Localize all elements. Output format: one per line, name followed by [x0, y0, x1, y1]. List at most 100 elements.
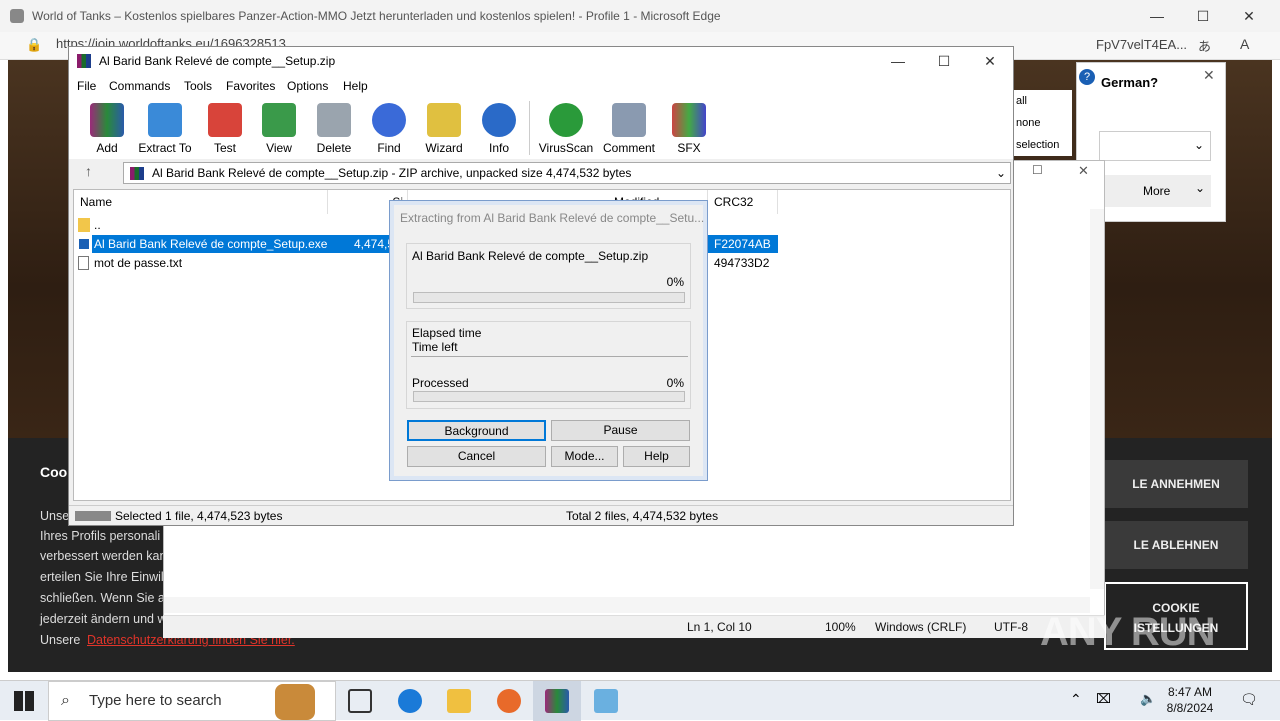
status-left: Selected 1 file, 4,474,523 bytes [115, 509, 283, 523]
cookie-line: jederzeit ändern und w [40, 612, 167, 626]
notification-icon[interactable]: 🗨 [1240, 691, 1258, 708]
menu-item[interactable]: selection [1016, 134, 1072, 156]
font-icon[interactable]: A [1240, 36, 1249, 52]
toolbar-divider [529, 101, 530, 155]
menu-tools[interactable]: Tools [184, 79, 212, 93]
windows-start-icon[interactable] [14, 691, 34, 711]
pause-button[interactable]: Pause [551, 420, 690, 441]
help-button[interactable]: Help [623, 446, 690, 467]
more-button[interactable]: More ⌄ [1099, 175, 1211, 207]
mode-button[interactable]: Mode... [551, 446, 618, 467]
search-box[interactable]: ⌕ Type here to search [48, 681, 336, 721]
add-icon [90, 103, 124, 137]
wizard-button[interactable]: Wizard [414, 101, 474, 157]
clock[interactable]: 8:47 AM 8/8/2024 [1158, 684, 1222, 716]
col-crc32[interactable]: CRC32 [708, 190, 778, 214]
cookie-line: erteilen Sie Ihre Einwil [40, 570, 164, 584]
menu-help[interactable]: Help [343, 79, 368, 93]
chevron-up-icon[interactable]: ⌃ [1070, 691, 1082, 708]
help-icon[interactable]: ? [1079, 69, 1095, 85]
dialog-title: Extracting from Al Barid Bank Relevé de … [400, 211, 705, 225]
time: 8:47 AM [1167, 685, 1213, 699]
search-placeholder: Type here to search [89, 692, 222, 709]
close-icon[interactable]: ✕ [967, 45, 1013, 77]
close-icon[interactable]: ✕ [1226, 0, 1272, 32]
scrollbar[interactable] [1090, 209, 1104, 589]
comment-button[interactable]: Comment [599, 101, 659, 157]
menu-item[interactable]: all [1016, 90, 1072, 112]
menu-commands[interactable]: Commands [109, 79, 170, 93]
network-icon[interactable]: ⌧ [1096, 691, 1111, 707]
file-name: .. [94, 218, 101, 232]
cookie-line: verbessert werden kan [40, 549, 167, 563]
cookie-line: Ihres Profils personali [40, 529, 161, 543]
find-button[interactable]: Find [359, 101, 419, 157]
winrar-logo-icon [77, 54, 91, 68]
processed-percent: 0% [666, 376, 684, 390]
url-right-text: FpV7velT4EA... [1096, 37, 1188, 52]
scrollbar-horizontal[interactable] [164, 597, 1090, 613]
info-button[interactable]: Info [469, 101, 529, 157]
tb-label: Delete [316, 141, 352, 155]
up-arrow-icon[interactable]: ↑ [85, 163, 92, 179]
extract-dialog: Extracting from Al Barid Bank Relevé de … [389, 200, 708, 481]
menu-item[interactable]: none [1016, 112, 1072, 134]
extract-to-button[interactable]: Extract To [135, 101, 195, 157]
language-select[interactable]: ⌄ [1099, 131, 1211, 161]
maximize-icon[interactable]: ☐ [1180, 0, 1226, 32]
notepad-icon[interactable] [594, 689, 618, 713]
browser-title: World of Tanks – Kostenlos spielbares Pa… [32, 9, 721, 23]
chevron-down-icon[interactable]: ⌄ [996, 163, 1006, 183]
path-text: Al Barid Bank Relevé de compte__Setup.zi… [152, 166, 632, 180]
virusscan-button[interactable]: VirusScan [536, 101, 596, 157]
close-icon[interactable]: ✕ [1203, 67, 1215, 84]
maximize-icon[interactable]: ☐ [1032, 163, 1043, 177]
chevron-down-icon: ⌄ [1193, 138, 1204, 152]
exe-icon [78, 238, 90, 250]
bug-icon [549, 103, 583, 137]
cancel-button[interactable]: Cancel [407, 446, 546, 467]
winrar-taskbar-item[interactable] [533, 681, 581, 721]
winrar-title: Al Barid Bank Relevé de compte__Setup.zi… [99, 54, 336, 68]
add-button[interactable]: Add [77, 101, 137, 157]
volume-icon[interactable]: 🔈 [1140, 691, 1156, 707]
task-view-icon[interactable] [348, 689, 372, 713]
read-aloud-icon[interactable]: あ [1198, 36, 1211, 55]
taskbar: ⌕ Type here to search ⌃ ⌧ 🔈 8:47 AM 8/8/… [0, 680, 1280, 721]
menu-favorites[interactable]: Favorites [226, 79, 275, 93]
edge-icon[interactable] [398, 689, 422, 713]
test-button[interactable]: Test [195, 101, 255, 157]
file-explorer-icon[interactable] [447, 689, 471, 713]
archive-progress-group: Al Barid Bank Relevé de compte__Setup.zi… [406, 243, 691, 309]
cookie-line: Unse [40, 509, 70, 523]
time-left-label: Time left [412, 340, 458, 354]
tb-label: Wizard [425, 141, 463, 155]
text-file-icon [78, 256, 89, 270]
maximize-icon[interactable]: ☐ [921, 45, 967, 77]
elapsed-label: Elapsed time [412, 326, 482, 340]
menu-file[interactable]: File [77, 79, 96, 93]
view-button[interactable]: View [249, 101, 309, 157]
accept-all-button[interactable]: LE ANNEHMEN [1104, 460, 1248, 508]
reject-all-button[interactable]: LE ABLEHNEN [1104, 521, 1248, 569]
lock-icon: 🔒 [26, 37, 43, 52]
cookie-heading: Cool [40, 464, 72, 480]
path-box[interactable]: Al Barid Bank Relevé de compte__Setup.zi… [123, 162, 1011, 184]
minimize-icon[interactable]: — [1134, 0, 1180, 32]
chevron-down-icon: ⌄ [1194, 181, 1205, 195]
status-bar: Selected 1 file, 4,474,523 bytes Total 2… [69, 505, 1013, 525]
winrar-icon [545, 689, 569, 713]
close-icon[interactable]: ✕ [1078, 163, 1089, 179]
line-ending: Windows (CRLF) [875, 620, 967, 634]
sfx-button[interactable]: SFX [659, 101, 719, 157]
browser-title-bar: World of Tanks – Kostenlos spielbares Pa… [0, 0, 1280, 32]
col-name[interactable]: Name [74, 190, 328, 214]
delete-button[interactable]: Delete [304, 101, 364, 157]
cookie-line: Unsere [40, 633, 81, 647]
firefox-icon[interactable] [497, 689, 521, 713]
background-button[interactable]: Background [407, 420, 546, 441]
menu-options[interactable]: Options [287, 79, 328, 93]
translate-question: German? [1101, 75, 1159, 90]
minimize-icon[interactable]: — [875, 45, 921, 77]
cat-icon [275, 684, 315, 720]
